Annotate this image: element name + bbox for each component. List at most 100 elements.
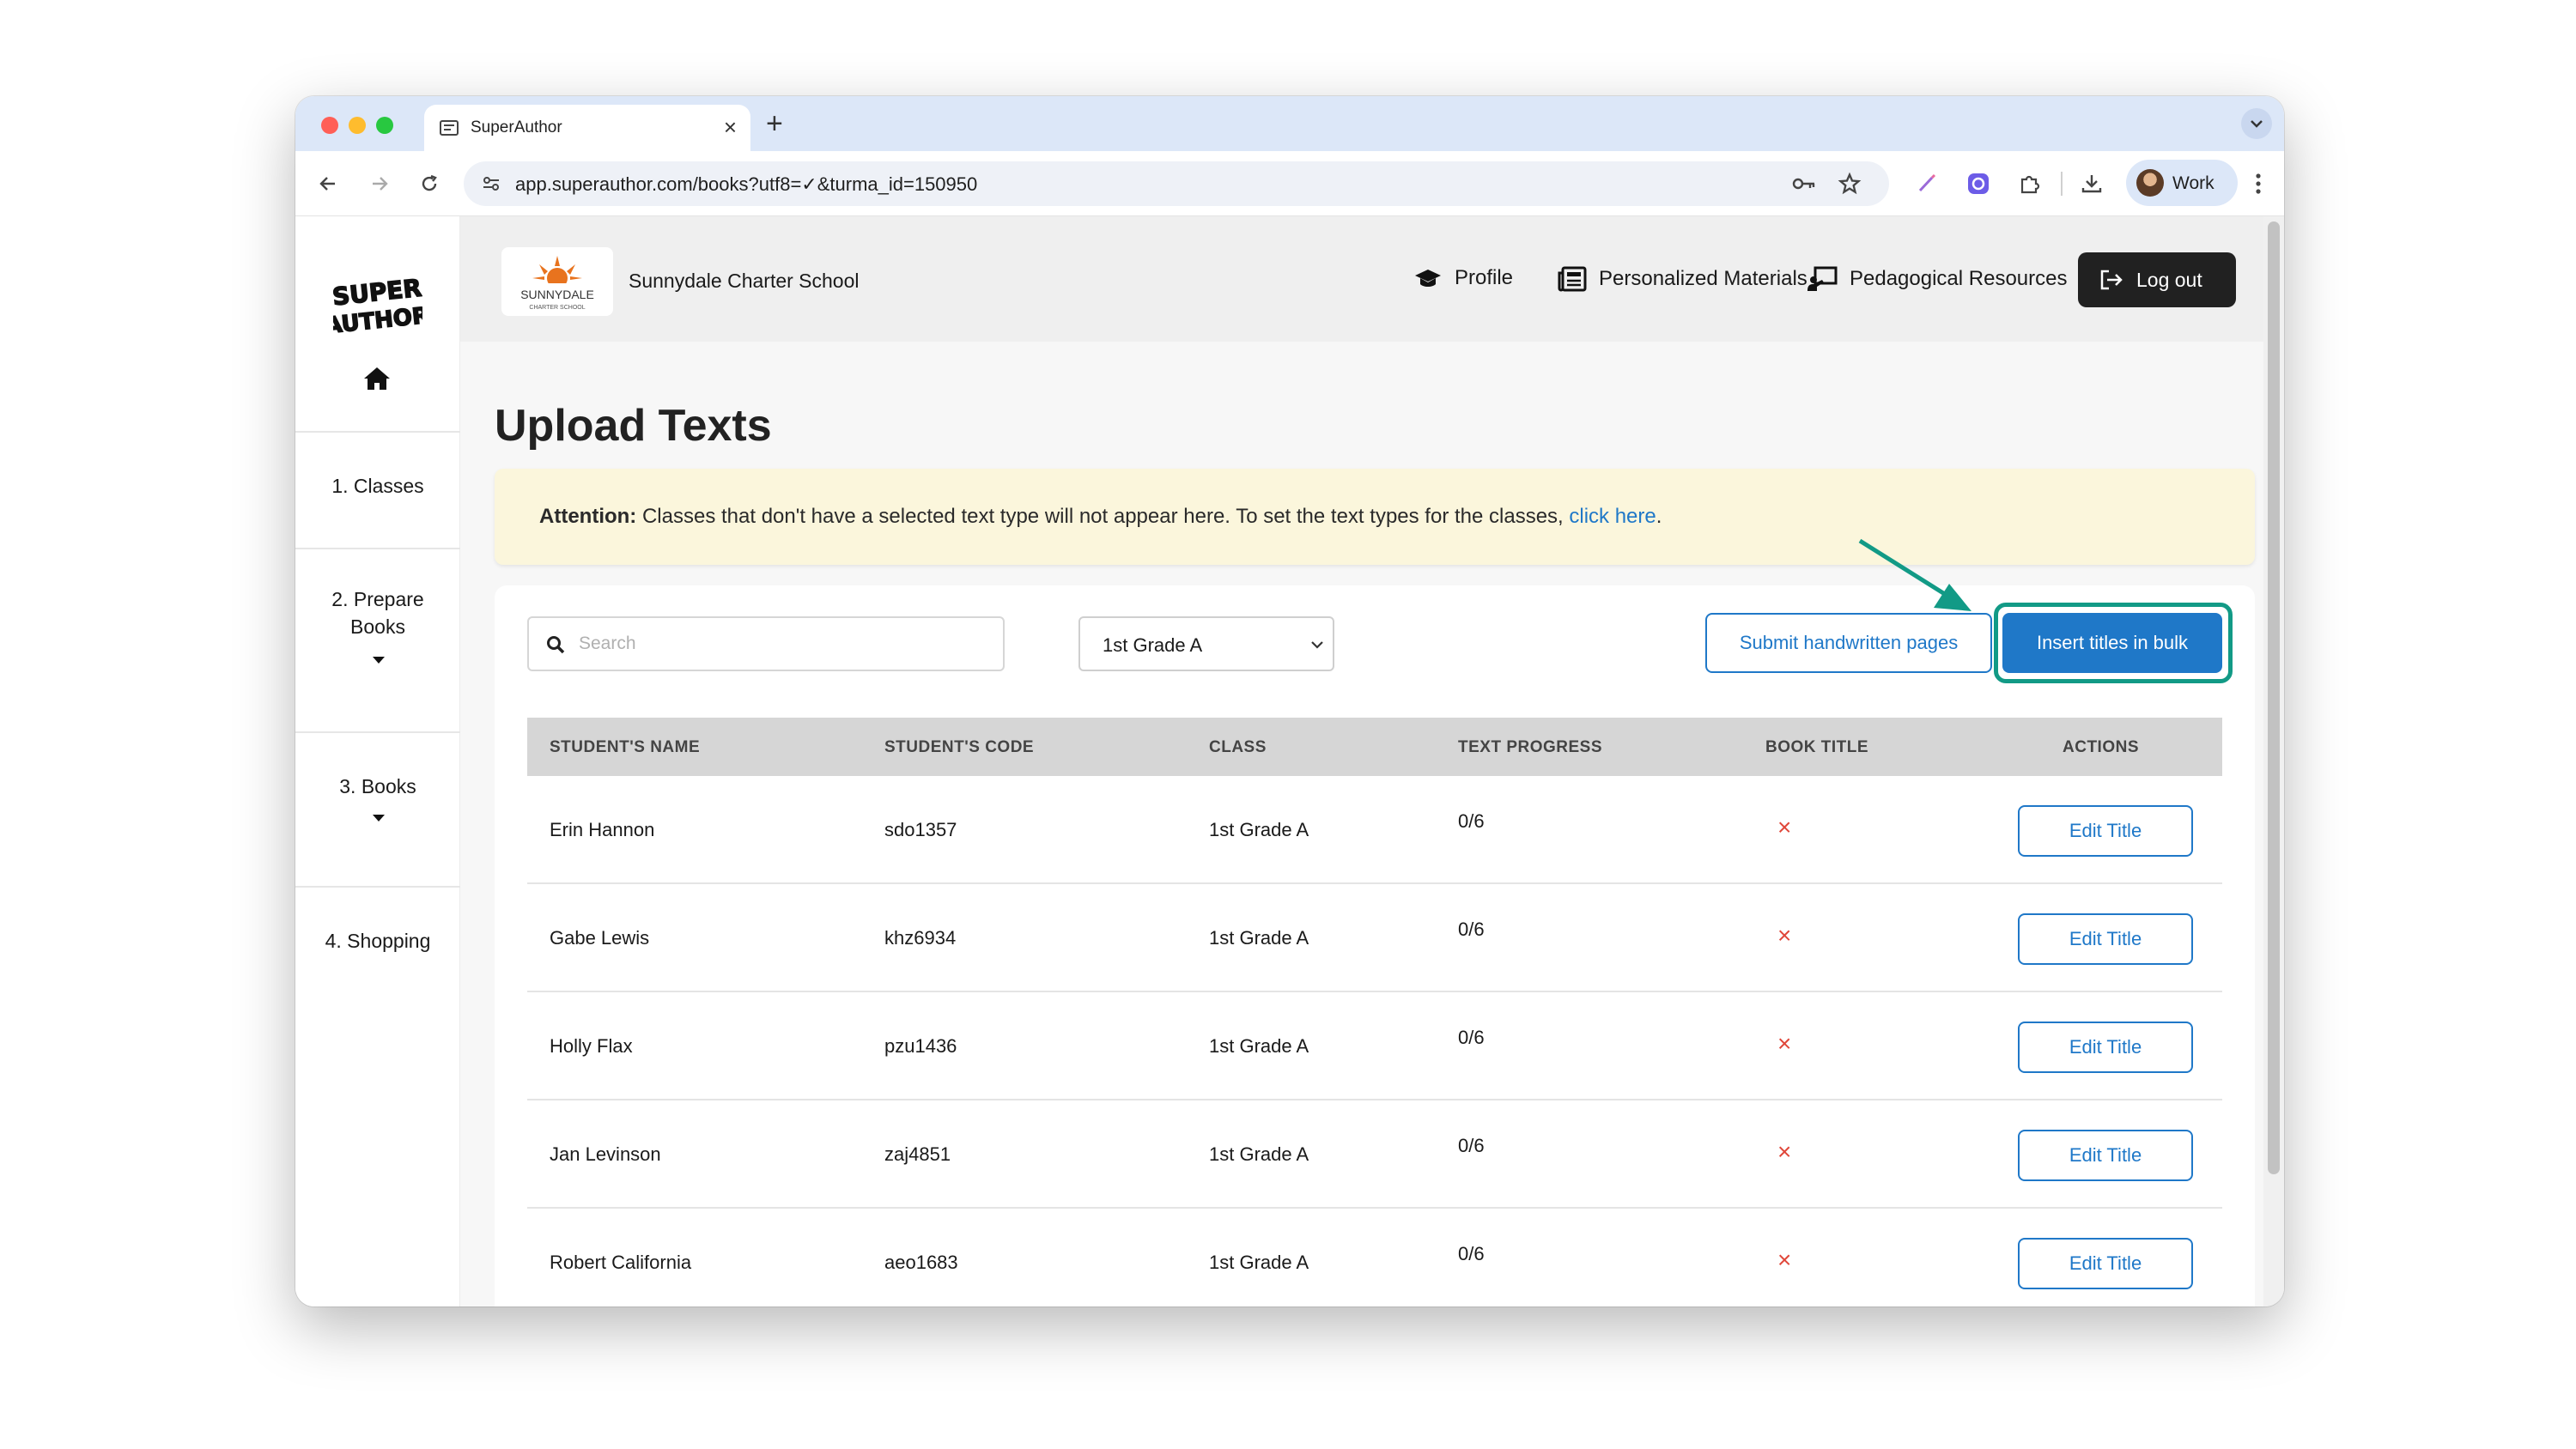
page-scrollbar[interactable] <box>2263 216 2284 1307</box>
sidebar-divider <box>295 886 460 888</box>
edit-title-button[interactable]: Edit Title <box>2018 1238 2193 1289</box>
search-box[interactable] <box>527 616 1005 671</box>
student-name: Robert California <box>550 1252 692 1273</box>
submit-handwritten-pages-button[interactable]: Submit handwritten pages <box>1705 613 1992 673</box>
home-icon[interactable] <box>362 366 392 391</box>
student-code: zaj4851 <box>884 1143 951 1165</box>
class-select[interactable]: 1st Grade A <box>1078 616 1334 671</box>
toolbar-divider <box>2061 172 2063 196</box>
table-row: Robert California aeo1683 1st Grade A 0/… <box>527 1209 2222 1307</box>
text-progress: 0/6 <box>1458 1027 1485 1048</box>
maximize-window-button[interactable] <box>376 117 393 134</box>
sidebar-item-shopping[interactable]: 4. Shopping <box>295 927 460 955</box>
reload-icon[interactable] <box>416 170 443 197</box>
download-icon[interactable] <box>2078 170 2105 197</box>
alert-text: Classes that don't have a selected text … <box>641 505 1564 528</box>
class-select-value: 1st Grade A <box>1103 634 1203 656</box>
extensions-puzzle-icon[interactable] <box>2016 170 2044 197</box>
sidebar-item-classes[interactable]: 1. Classes <box>295 472 460 500</box>
student-class: 1st Grade A <box>1209 1035 1309 1057</box>
tab-favicon-icon <box>440 120 459 136</box>
table-row: Jan Levinson zaj4851 1st Grade A 0/6 × E… <box>527 1100 2222 1209</box>
search-input[interactable] <box>579 630 982 658</box>
school-name: Sunnydale Charter School <box>629 270 860 292</box>
caret-down-icon[interactable] <box>372 656 386 664</box>
page-title: Upload Texts <box>495 401 772 451</box>
caret-down-icon[interactable] <box>372 814 386 822</box>
close-window-button[interactable] <box>321 117 338 134</box>
student-code: khz6934 <box>884 927 957 949</box>
school-logo-text: SUNNYDALE <box>520 288 594 301</box>
school-logo-subtext: CHARTER SCHOOL <box>529 305 585 311</box>
profile-label: Work <box>2172 173 2215 193</box>
no-book-title-icon: × <box>1777 922 1792 949</box>
pen-extension-icon[interactable] <box>1913 170 1941 197</box>
edit-title-button[interactable]: Edit Title <box>2018 913 2193 965</box>
sidebar-item-books[interactable]: 3. Books <box>295 773 460 800</box>
new-tab-button[interactable]: + <box>766 106 783 141</box>
browser-toolbar: app.superauthor.com/books?utf8=✓&turma_i… <box>295 151 2284 216</box>
nav-personalized-materials[interactable]: Personalized Materials <box>1558 266 1807 292</box>
edit-title-button[interactable]: Edit Title <box>2018 805 2193 857</box>
no-book-title-icon: × <box>1777 1138 1792 1165</box>
kebab-menu-icon[interactable] <box>2245 170 2272 197</box>
student-class: 1st Grade A <box>1209 1143 1309 1165</box>
site-settings-icon[interactable] <box>481 173 501 194</box>
profile-chip[interactable]: Work <box>2126 160 2238 206</box>
address-bar[interactable]: app.superauthor.com/books?utf8=✓&turma_i… <box>464 161 1889 206</box>
student-code: pzu1436 <box>884 1035 957 1057</box>
nav-personalized-materials-label: Personalized Materials <box>1599 267 1807 290</box>
column-header-progress: TEXT PROGRESS <box>1458 738 1603 756</box>
column-header-name: STUDENT'S NAME <box>550 738 701 756</box>
highlight-annotation <box>1994 603 2233 683</box>
page-viewport: SUPER AUTHOR 1. Classes 2. Prepare Books… <box>295 216 2284 1307</box>
sidebar-divider <box>295 548 460 549</box>
back-icon[interactable] <box>314 170 342 197</box>
logout-button[interactable]: Log out <box>2078 252 2236 307</box>
forward-icon[interactable] <box>366 170 393 197</box>
url-text: app.superauthor.com/books?utf8=✓&turma_i… <box>515 173 978 195</box>
text-progress: 0/6 <box>1458 919 1485 940</box>
school-logo: SUNNYDALE CHARTER SCHOOL <box>501 247 613 316</box>
student-class: 1st Grade A <box>1209 819 1309 840</box>
edit-title-button[interactable]: Edit Title <box>2018 1130 2193 1181</box>
text-progress: 0/6 <box>1458 810 1485 832</box>
student-class: 1st Grade A <box>1209 1252 1309 1273</box>
superauthor-logo[interactable]: SUPER AUTHOR <box>333 275 422 335</box>
browser-window: SuperAuthor × + app.superauthor.com/book… <box>295 96 2284 1307</box>
nav-pedagogical-resources[interactable]: Pedagogical Resources <box>1807 266 2068 292</box>
chalkboard-teacher-icon <box>1807 266 1838 291</box>
graduation-cap-icon <box>1415 270 1441 287</box>
sidebar: SUPER AUTHOR 1. Classes 2. Prepare Books… <box>295 216 460 1307</box>
table-row: Erin Hannon sdo1357 1st Grade A 0/6 × Ed… <box>527 776 2222 884</box>
no-book-title-icon: × <box>1777 1246 1792 1273</box>
students-card: 1st Grade A Submit handwritten pages Ins… <box>495 585 2255 1307</box>
student-code: sdo1357 <box>884 819 957 840</box>
tab-search-button[interactable] <box>2241 108 2272 139</box>
sidebar-item-prepare-books[interactable]: 2. Prepare Books <box>295 585 460 640</box>
nav-pedagogical-resources-label: Pedagogical Resources <box>1850 267 2068 290</box>
purple-extension-icon[interactable] <box>1965 170 1992 197</box>
search-icon <box>547 636 565 654</box>
tab-close-icon[interactable]: × <box>724 114 737 140</box>
nav-profile[interactable]: Profile <box>1413 266 1513 290</box>
text-progress: 0/6 <box>1458 1135 1485 1156</box>
scrollbar-thumb[interactable] <box>2268 221 2280 1174</box>
student-name: Holly Flax <box>550 1035 633 1057</box>
tab-title: SuperAuthor <box>471 118 562 136</box>
edit-title-button[interactable]: Edit Title <box>2018 1022 2193 1073</box>
text-progress: 0/6 <box>1458 1243 1485 1264</box>
tab-bar: SuperAuthor × + <box>295 96 2284 151</box>
alert-click-here-link[interactable]: click here <box>1569 505 1656 528</box>
sidebar-divider <box>295 431 460 433</box>
column-header-actions: ACTIONS <box>2063 738 2139 756</box>
logout-icon <box>2100 270 2123 290</box>
sidebar-divider <box>295 731 460 733</box>
password-key-icon[interactable] <box>1791 173 1817 194</box>
browser-tab[interactable]: SuperAuthor × <box>424 105 750 151</box>
column-header-code: STUDENT'S CODE <box>884 738 1035 756</box>
bookmark-star-icon[interactable] <box>1838 172 1862 196</box>
minimize-window-button[interactable] <box>349 117 366 134</box>
table-header: STUDENT'S NAME STUDENT'S CODE CLASS TEXT… <box>527 718 2222 776</box>
chevron-down-icon <box>1311 641 1323 649</box>
